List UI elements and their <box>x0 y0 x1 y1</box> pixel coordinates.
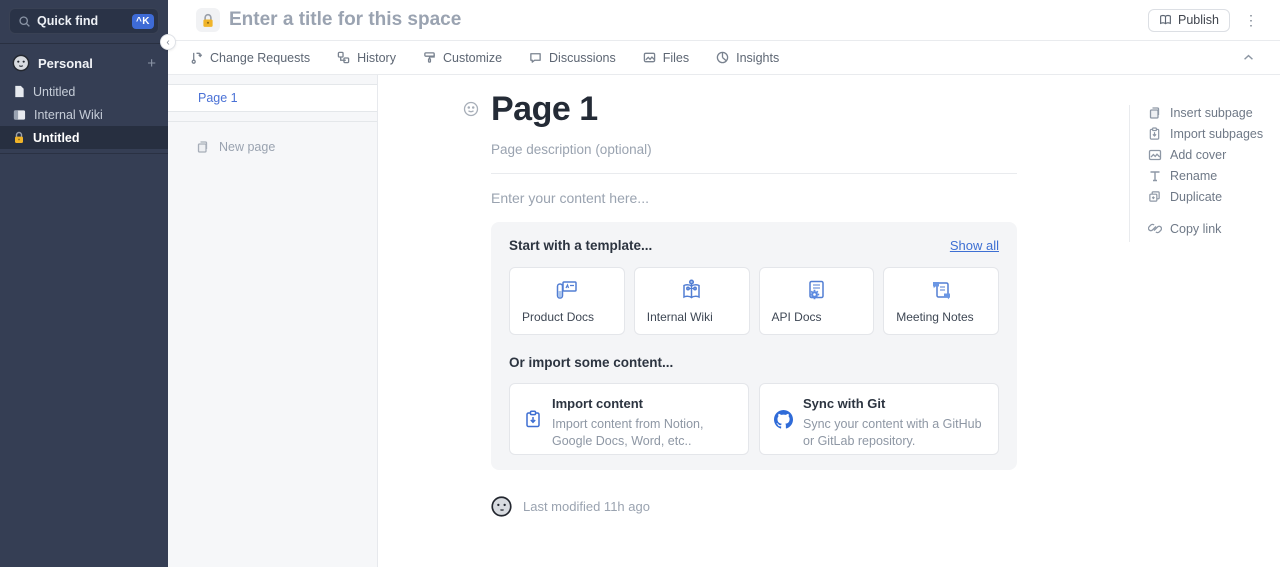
more-options-button[interactable]: ⋮ <box>1244 13 1258 27</box>
sidebar-item-untitled-1[interactable]: Untitled <box>0 80 168 103</box>
meeting-notes-card[interactable]: Meeting Notes <box>883 267 999 335</box>
lock-icon <box>13 131 25 144</box>
import-subpages-button[interactable]: Import subpages <box>1147 123 1280 144</box>
actions-divider <box>1129 105 1130 242</box>
insert-subpage-button[interactable]: Insert subpage <box>1147 102 1280 123</box>
workspace-name: Personal <box>38 56 147 71</box>
page-emoji-picker-icon[interactable] <box>463 101 479 117</box>
quick-find-label: Quick find <box>37 14 132 28</box>
tab-history[interactable]: History <box>337 51 396 65</box>
space-header: Enter a title for this space Publish ⋮ <box>168 0 1280 41</box>
import-subpages-icon <box>1147 127 1162 141</box>
template-heading: Start with a template... <box>509 238 950 253</box>
new-page-icon <box>196 140 210 154</box>
getting-started-panel: Start with a template... Show all Produc… <box>491 222 1017 470</box>
tab-discussions[interactable]: Discussions <box>529 51 616 65</box>
space-tabbar: Change Requests History Customize Discus… <box>168 41 1280 75</box>
copy-link-button[interactable]: Copy link <box>1147 218 1280 239</box>
github-icon <box>774 396 793 443</box>
sync-with-git-description: Sync your content with a GitHub or GitLa… <box>803 416 984 450</box>
files-icon <box>643 51 656 64</box>
editor-body: Page 1 New page Page 1 <box>168 75 1280 567</box>
quick-find-input[interactable]: Quick find ^K <box>9 8 159 34</box>
tab-change-requests[interactable]: Change Requests <box>190 51 310 65</box>
publish-book-icon <box>1159 14 1172 26</box>
meeting-notes-icon <box>896 278 986 302</box>
page-actions-menu: Insert subpage Import subpages Add cover <box>1147 102 1280 239</box>
rename-button[interactable]: Rename <box>1147 165 1280 186</box>
rename-icon <box>1147 170 1162 182</box>
import-cards-row: Import content Import content from Notio… <box>509 383 999 455</box>
add-space-button[interactable]: + <box>147 55 156 72</box>
tab-files[interactable]: Files <box>643 51 689 65</box>
add-cover-button[interactable]: Add cover <box>1147 144 1280 165</box>
last-modified-row: Last modified 11h ago <box>491 496 650 517</box>
quick-find-shortcut: ^K <box>132 14 154 29</box>
tab-insights[interactable]: Insights <box>716 51 779 65</box>
change-requests-icon <box>190 51 203 64</box>
gitbook-space-editor: Quick find ^K Personal + Untitled I <box>0 0 1280 567</box>
workspace-avatar <box>12 54 30 72</box>
user-avatar[interactable] <box>491 496 512 517</box>
publish-label: Publish <box>1178 13 1219 27</box>
sync-with-git-title: Sync with Git <box>803 396 885 411</box>
internal-wiki-icon <box>647 278 737 302</box>
book-icon <box>13 109 26 121</box>
page-description-input[interactable]: Page description (optional) <box>491 142 1017 157</box>
space-title-input[interactable]: Enter a title for this space <box>229 9 1148 31</box>
insights-icon <box>716 51 729 64</box>
workspace-row[interactable]: Personal + <box>0 44 168 80</box>
import-content-icon <box>524 396 542 443</box>
import-content-title: Import content <box>552 396 643 411</box>
space-list: Untitled Internal Wiki Untitled <box>0 80 168 154</box>
duplicate-icon <box>1147 190 1162 203</box>
api-docs-icon <box>772 278 862 302</box>
document-column: Page 1 Page description (optional) Enter… <box>491 88 1017 470</box>
search-icon <box>18 15 31 28</box>
template-cards-row: Product Docs Internal Wiki <box>509 267 999 335</box>
collapse-tabbar-button[interactable] <box>1243 54 1254 61</box>
import-heading: Or import some content... <box>509 355 999 370</box>
page-tree-divider <box>168 121 377 122</box>
add-cover-icon <box>1147 149 1162 161</box>
workspace-sidebar: Quick find ^K Personal + Untitled I <box>0 0 168 567</box>
page-tree-item-page-1[interactable]: Page 1 <box>168 84 377 112</box>
show-all-link[interactable]: Show all <box>950 238 999 253</box>
content-region: Enter a title for this space Publish ⋮ C… <box>168 0 1280 567</box>
page-title[interactable]: Page 1 <box>491 88 1017 130</box>
copy-link-icon <box>1147 222 1162 235</box>
last-modified-text: Last modified 11h ago <box>523 499 650 514</box>
publish-button[interactable]: Publish <box>1148 9 1230 32</box>
sidebar-item-untitled-2[interactable]: Untitled <box>0 126 168 149</box>
content-placeholder[interactable]: Enter your content here... <box>491 190 1017 206</box>
title-divider <box>491 173 1017 174</box>
space-lock-emoji[interactable] <box>196 8 220 32</box>
page-editor: Page 1 Page description (optional) Enter… <box>378 75 1280 567</box>
sidebar-collapse-button[interactable]: ‹ <box>160 34 176 50</box>
tab-customize[interactable]: Customize <box>423 51 502 65</box>
page-tree-panel: Page 1 New page <box>168 75 378 567</box>
discussions-icon <box>529 51 542 64</box>
template-card-internal-wiki[interactable]: Internal Wiki <box>634 267 750 335</box>
sidebar-item-internal-wiki[interactable]: Internal Wiki <box>0 103 168 126</box>
import-content-card[interactable]: Import content Import content from Notio… <box>509 383 749 455</box>
page-icon <box>13 85 25 98</box>
insert-subpage-icon <box>1147 106 1162 120</box>
duplicate-button[interactable]: Duplicate <box>1147 186 1280 207</box>
template-card-product-docs[interactable]: Product Docs <box>509 267 625 335</box>
api-docs-card[interactable]: API Docs <box>759 267 875 335</box>
sync-with-git-card[interactable]: Sync with Git Sync your content with a G… <box>759 383 999 455</box>
new-page-button[interactable]: New page <box>168 133 377 161</box>
import-content-description: Import content from Notion, Google Docs,… <box>552 416 734 450</box>
history-icon <box>337 51 350 64</box>
customize-icon <box>423 51 436 64</box>
product-docs-icon <box>522 278 612 302</box>
